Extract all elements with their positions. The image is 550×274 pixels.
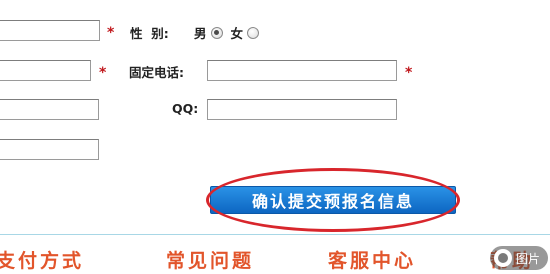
watermark-logo-icon [493,249,512,267]
left-input-4[interactable] [0,139,99,160]
gender-option-male-label: 男 [194,26,207,41]
footer-nav: 支付方式 常见问题 客服中心 帮助 [0,238,550,274]
landline-input[interactable] [207,60,397,81]
gender-option-female-label: 女 [230,26,244,41]
footer-divider [0,234,550,235]
left-input-3[interactable] [0,99,99,120]
required-mark-1: * [107,25,115,41]
gender-radio-female[interactable] [247,26,260,39]
gender-radio-group: 男 女 [194,23,267,42]
required-mark-2: * [99,65,107,81]
qq-label: QQ: [172,101,199,116]
nav-faq[interactable]: 常见问题 [166,246,254,273]
left-input-2[interactable] [0,60,91,81]
nav-customer-service[interactable]: 客服中心 [328,246,416,273]
gender-radio-male[interactable] [210,26,223,39]
nav-payment-methods[interactable]: 支付方式 [0,246,84,273]
required-mark-landline: * [405,65,413,81]
gender-label: 性 别: [130,26,169,41]
left-input-1[interactable] [0,20,100,41]
qq-input[interactable] [207,99,397,120]
submit-preregistration-button[interactable]: 确认提交预报名信息 [210,186,456,214]
watermark-text: 图片 [515,251,540,266]
landline-label: 固定电话: [129,65,184,80]
image-watermark: 图片 [489,246,548,270]
